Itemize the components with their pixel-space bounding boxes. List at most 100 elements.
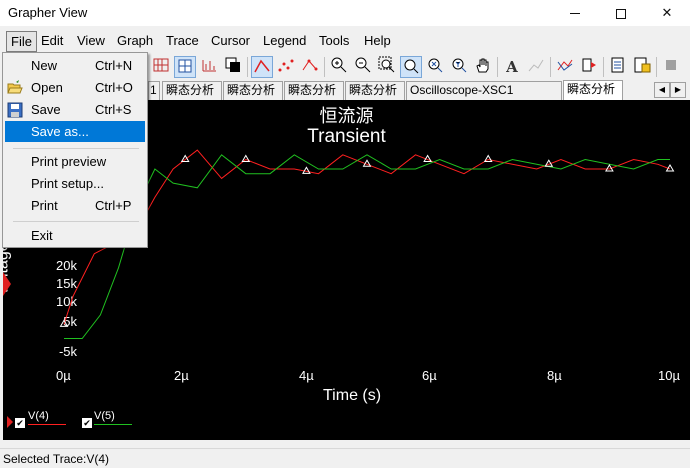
data-label-icon	[525, 56, 547, 78]
minimize-icon	[570, 13, 580, 15]
menu-item-label: Save	[31, 102, 61, 117]
zoom-area-icon[interactable]	[376, 56, 398, 78]
export-page-icon-glyph	[611, 57, 624, 73]
zoom-full-icon[interactable]	[400, 56, 422, 78]
menu-graph[interactable]: Graph	[117, 33, 153, 48]
zoom-out-icon[interactable]	[352, 56, 374, 78]
pan-hand-icon-glyph	[476, 58, 489, 73]
grid-table-icon[interactable]	[150, 56, 172, 78]
series-line-V(4)[interactable]	[63, 149, 671, 325]
trace-marker	[180, 154, 190, 163]
close-button[interactable]: ✕	[644, 0, 690, 26]
legend-checkbox-v5[interactable]: ✔	[82, 418, 92, 428]
tab-transient-1[interactable]: 瞬态分析	[162, 81, 222, 100]
select-trace-icon[interactable]	[578, 56, 600, 78]
page-tabs: 1 瞬态分析 瞬态分析 瞬态分析 瞬态分析 Oscilloscope-XSC1 …	[148, 80, 690, 100]
tab-transient-selected[interactable]: 瞬态分析	[563, 80, 623, 100]
menu-item-label: Print preview	[31, 154, 107, 169]
toolbar-separator	[324, 57, 325, 77]
select-trace-icon-glyph	[582, 58, 596, 72]
export-data-icon[interactable]	[631, 56, 653, 78]
file-menu-new[interactable]: New Ctrl+N	[5, 55, 145, 76]
export-page-icon[interactable]	[607, 56, 629, 78]
menu-trace[interactable]: Trace	[166, 33, 199, 48]
pan-hand-icon[interactable]	[472, 56, 494, 78]
zoom-full-icon-glyph	[404, 59, 419, 74]
legend-line-v5	[94, 424, 132, 425]
zoom-x-icon[interactable]	[424, 56, 446, 78]
file-menu-dropdown: New Ctrl+N Open Ctrl+O Save Ctrl+S Save …	[2, 52, 148, 248]
menu-cursor[interactable]: Cursor	[211, 33, 250, 48]
maximize-button[interactable]	[598, 0, 644, 26]
menu-legend[interactable]: Legend	[263, 33, 306, 48]
zoom-y-icon[interactable]	[448, 56, 470, 78]
text-label-icon[interactable]: A	[501, 56, 523, 78]
tab-scroll-buttons: ◀ ▶	[654, 82, 686, 98]
minimize-button[interactable]	[552, 0, 598, 26]
menu-file[interactable]: File	[6, 31, 37, 52]
zoom-in-icon-glyph	[331, 57, 347, 73]
file-menu-exit[interactable]: Exit	[5, 225, 145, 246]
toolbar-separator	[603, 57, 604, 77]
tab-scroll-left-icon[interactable]: ◀	[654, 82, 670, 98]
menu-item-label: Exit	[31, 228, 53, 243]
stop-icon-glyph	[666, 60, 676, 70]
zoom-y-icon-glyph	[452, 58, 467, 73]
menu-item-shortcut: Ctrl+P	[95, 198, 132, 213]
trace-marker	[302, 166, 311, 174]
toolbar-separator	[497, 57, 498, 77]
file-menu-print-setup[interactable]: Print setup...	[5, 173, 145, 194]
series-line-V(5)[interactable]	[64, 154, 670, 339]
menu-bar: File Edit View Graph Trace Cursor Legend…	[0, 30, 690, 52]
tab-transient-2[interactable]: 瞬态分析	[223, 81, 283, 100]
legend-selected-arrow-icon	[7, 416, 13, 428]
bar-chart-icon-glyph	[202, 60, 216, 72]
toolbar-separator	[550, 57, 551, 77]
tab-partial[interactable]: 1	[148, 81, 160, 100]
line-dot-plot-icon-glyph	[302, 59, 318, 71]
menu-edit[interactable]: Edit	[41, 33, 63, 48]
line-plot-icon-glyph	[254, 59, 270, 73]
menu-item-shortcut: Ctrl+O	[95, 80, 133, 95]
toolbar: A	[148, 54, 690, 80]
menu-item-label: Save as...	[31, 124, 89, 139]
tab-transient-3[interactable]: 瞬态分析	[284, 81, 344, 100]
menu-separator	[13, 148, 139, 149]
file-menu-print-preview[interactable]: Print preview	[5, 151, 145, 172]
menu-tools[interactable]: Tools	[319, 33, 349, 48]
zoom-out-icon-glyph	[355, 57, 371, 73]
menu-item-label: New	[31, 58, 58, 73]
legend-checkbox-v4[interactable]: ✔	[15, 418, 25, 428]
grid-toggle-icon[interactable]	[174, 56, 196, 78]
file-menu-save[interactable]: Save Ctrl+S	[5, 99, 145, 120]
file-menu-print[interactable]: Print Ctrl+P	[5, 195, 145, 216]
grid-table-icon-glyph	[153, 58, 169, 72]
status-bar: Selected Trace:V(4)	[0, 448, 690, 468]
zoom-in-icon[interactable]	[328, 56, 350, 78]
copy-graph-icon-glyph	[225, 57, 240, 72]
line-dot-plot-icon[interactable]	[299, 56, 321, 78]
tab-oscilloscope-xsc1[interactable]: Oscilloscope-XSC1	[406, 81, 562, 100]
dot-plot-icon-glyph	[278, 59, 294, 72]
copy-graph-icon[interactable]	[222, 56, 244, 78]
tab-scroll-right-icon[interactable]: ▶	[670, 82, 686, 98]
menu-view[interactable]: View	[77, 33, 105, 48]
line-plot-icon[interactable]	[251, 56, 273, 78]
toolbar-separator	[656, 57, 657, 77]
dot-plot-icon[interactable]	[275, 56, 297, 78]
menu-item-shortcut: Ctrl+N	[95, 58, 133, 73]
legend-label-v4: V(4)	[28, 410, 49, 422]
export-data-icon-glyph	[634, 57, 651, 73]
file-menu-open[interactable]: Open Ctrl+O	[5, 77, 145, 98]
cursors-icon[interactable]	[554, 56, 576, 78]
zoom-area-icon-glyph	[378, 56, 395, 73]
status-text: Selected Trace:V(4)	[3, 452, 110, 466]
grapher-window: Grapher View ✕ File Edit View Graph Trac…	[0, 0, 690, 468]
menu-help[interactable]: Help	[364, 33, 391, 48]
file-menu-save-as[interactable]: Save as...	[5, 121, 145, 142]
title-bar: Grapher View ✕	[0, 0, 690, 26]
selected-trace-marker-icon	[3, 272, 11, 296]
zoom-x-icon-glyph	[428, 58, 443, 73]
tab-transient-4[interactable]: 瞬态分析	[345, 81, 405, 100]
bar-chart-icon[interactable]	[198, 56, 220, 78]
